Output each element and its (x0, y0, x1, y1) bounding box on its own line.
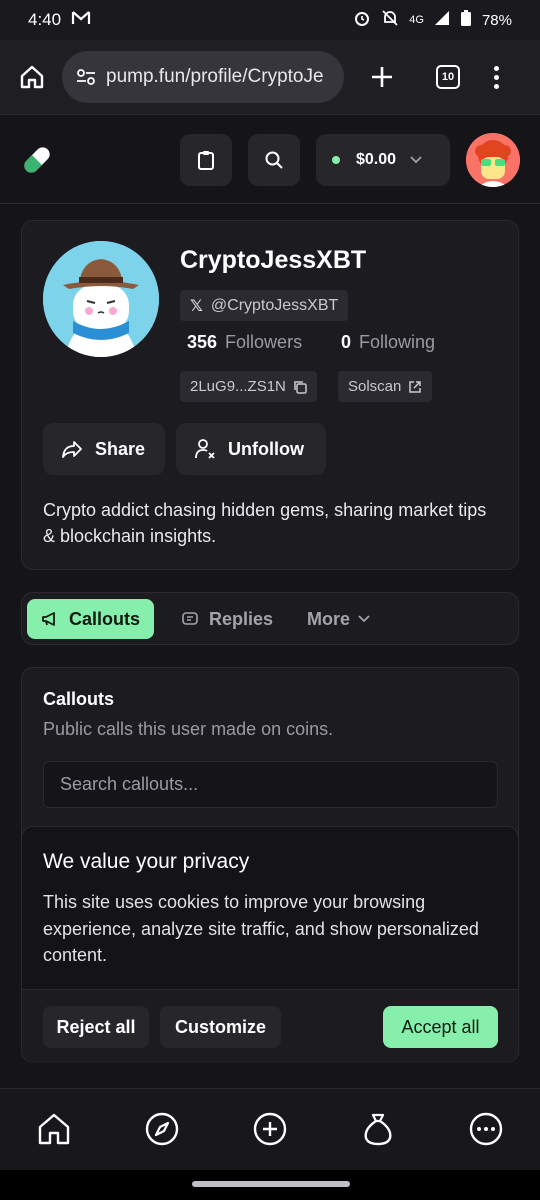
menu-dot (494, 65, 499, 71)
new-tab-button[interactable] (362, 57, 402, 97)
tab-replies[interactable]: Replies (167, 599, 287, 639)
tab-label: Callouts (69, 608, 141, 629)
external-link-icon (409, 380, 422, 393)
tab-label: Replies (209, 608, 274, 629)
profile-avatar (43, 241, 159, 357)
site-settings-icon (77, 69, 95, 85)
wallet-address: 2LuG9...ZS1N (190, 378, 286, 395)
solscan-link[interactable]: Solscan (338, 371, 433, 402)
callouts-subtitle: Public calls this user made on coins. (43, 719, 334, 739)
tab-label: More (307, 608, 351, 629)
share-button[interactable]: Share (43, 423, 165, 475)
gmail-icon (71, 10, 91, 31)
copy-address-button[interactable]: 2LuG9...ZS1N (180, 371, 317, 402)
home-icon (20, 65, 44, 89)
menu-dot (494, 74, 499, 80)
compass-icon (145, 1112, 179, 1146)
money-bag-icon (364, 1113, 392, 1146)
tab-more[interactable]: More (293, 599, 384, 639)
battery-icon (460, 9, 472, 31)
x-logo-icon: 𝕏 (190, 297, 203, 315)
cookie-consent-banner: We value your privacy This site uses coo… (21, 826, 519, 1063)
followers-label: Followers (225, 332, 303, 352)
chevron-down-icon (410, 156, 422, 164)
nav-explore-button[interactable] (142, 1109, 182, 1149)
plus-icon (372, 67, 392, 87)
nav-home-button[interactable] (34, 1109, 74, 1149)
status-bar: 4:40 4G 78% (0, 0, 540, 40)
reject-all-button[interactable]: Reject all (43, 1006, 149, 1048)
chevron-down-icon (358, 615, 370, 623)
x-handle-text: @CryptoJessXBT (210, 296, 339, 314)
status-time: 4:40 (28, 10, 62, 29)
unfollow-label: Unfollow (228, 438, 304, 459)
clipboard-button[interactable] (180, 134, 232, 186)
user-avatar[interactable] (466, 133, 520, 187)
alarm-icon (353, 9, 371, 31)
customize-button[interactable]: Customize (160, 1006, 281, 1048)
home-icon (38, 1113, 70, 1145)
address-bar[interactable]: pump.fun/profile/CryptoJe (62, 51, 344, 103)
tab-switcher-button[interactable]: 10 (436, 65, 460, 89)
browser-toolbar: pump.fun/profile/CryptoJe 10 (0, 40, 540, 114)
url-text: pump.fun/profile/CryptoJe (106, 66, 324, 87)
wallet-balance-button[interactable]: $0.00 (316, 134, 450, 186)
following-label: Following (359, 332, 436, 352)
search-icon (265, 151, 283, 169)
x-handle-link[interactable]: 𝕏 @CryptoJessXBT (180, 290, 349, 321)
followers-count: 356 (187, 332, 218, 352)
menu-dot (494, 83, 499, 89)
wallet-balance: $0.00 (356, 151, 397, 168)
megaphone-icon (42, 612, 55, 626)
signal-icon (434, 10, 450, 30)
more-circle-icon (469, 1112, 503, 1146)
following-link[interactable]: 0 Following (341, 332, 435, 353)
bottom-nav (0, 1088, 540, 1170)
unfollow-button[interactable]: Unfollow (176, 423, 326, 475)
profile-name: CryptoJessXBT (180, 246, 367, 274)
profile-bio: Crypto addict chasing hidden gems, shari… (43, 500, 487, 546)
connected-dot-icon (332, 156, 340, 164)
mute-icon (381, 9, 399, 31)
nav-wallet-button[interactable] (358, 1109, 398, 1149)
browser-menu-button[interactable] (494, 65, 499, 89)
plus-circle-icon (253, 1112, 287, 1146)
tab-callouts[interactable]: Callouts (27, 599, 155, 639)
privacy-body: This site uses cookies to improve your b… (43, 892, 479, 965)
profile-tabs: Callouts Replies More (21, 592, 519, 645)
callouts-title: Callouts (43, 689, 115, 709)
browser-home-button[interactable] (14, 59, 50, 95)
gesture-handle[interactable] (192, 1181, 350, 1187)
user-remove-icon (195, 439, 215, 459)
share-label: Share (95, 438, 146, 459)
profile-card: CryptoJessXBT 𝕏 @CryptoJessXBT 356 Follow… (21, 220, 519, 570)
pill-logo-icon[interactable] (20, 143, 54, 182)
gesture-bar (0, 1170, 540, 1200)
chat-icon (182, 612, 198, 625)
privacy-actions: Reject all Customize Accept all (22, 989, 518, 1063)
copy-icon (294, 380, 307, 394)
nav-create-button[interactable] (250, 1109, 290, 1149)
followers-link[interactable]: 356 Followers (187, 332, 302, 353)
accept-all-button[interactable]: Accept all (383, 1006, 498, 1048)
clipboard-icon (198, 151, 214, 170)
network-label: 4G (409, 14, 424, 26)
search-callouts-input[interactable] (43, 761, 498, 808)
privacy-title: We value your privacy (43, 850, 250, 873)
battery-level: 78% (481, 11, 512, 29)
following-count: 0 (341, 332, 352, 352)
solscan-label: Solscan (348, 378, 402, 395)
search-button[interactable] (248, 134, 300, 186)
nav-more-button[interactable] (466, 1109, 506, 1149)
share-icon (62, 441, 82, 458)
app-header: $0.00 (0, 114, 540, 204)
